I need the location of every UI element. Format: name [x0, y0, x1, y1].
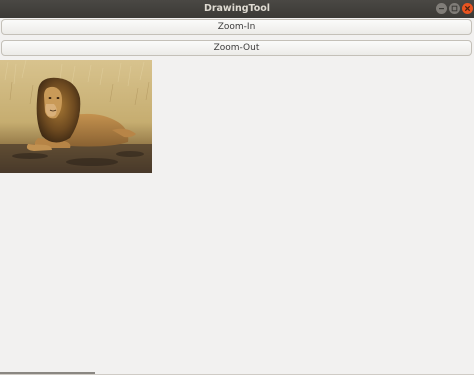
close-icon[interactable] [462, 3, 473, 14]
maximize-icon[interactable] [449, 3, 460, 14]
lion-image [0, 60, 152, 173]
zoom-out-button[interactable]: Zoom-Out [1, 40, 472, 56]
window-title: DrawingTool [203, 3, 271, 14]
minimize-icon[interactable] [436, 3, 447, 14]
zoom-in-button[interactable]: Zoom-In [1, 19, 472, 35]
window-titlebar[interactable]: DrawingTool [0, 0, 474, 18]
